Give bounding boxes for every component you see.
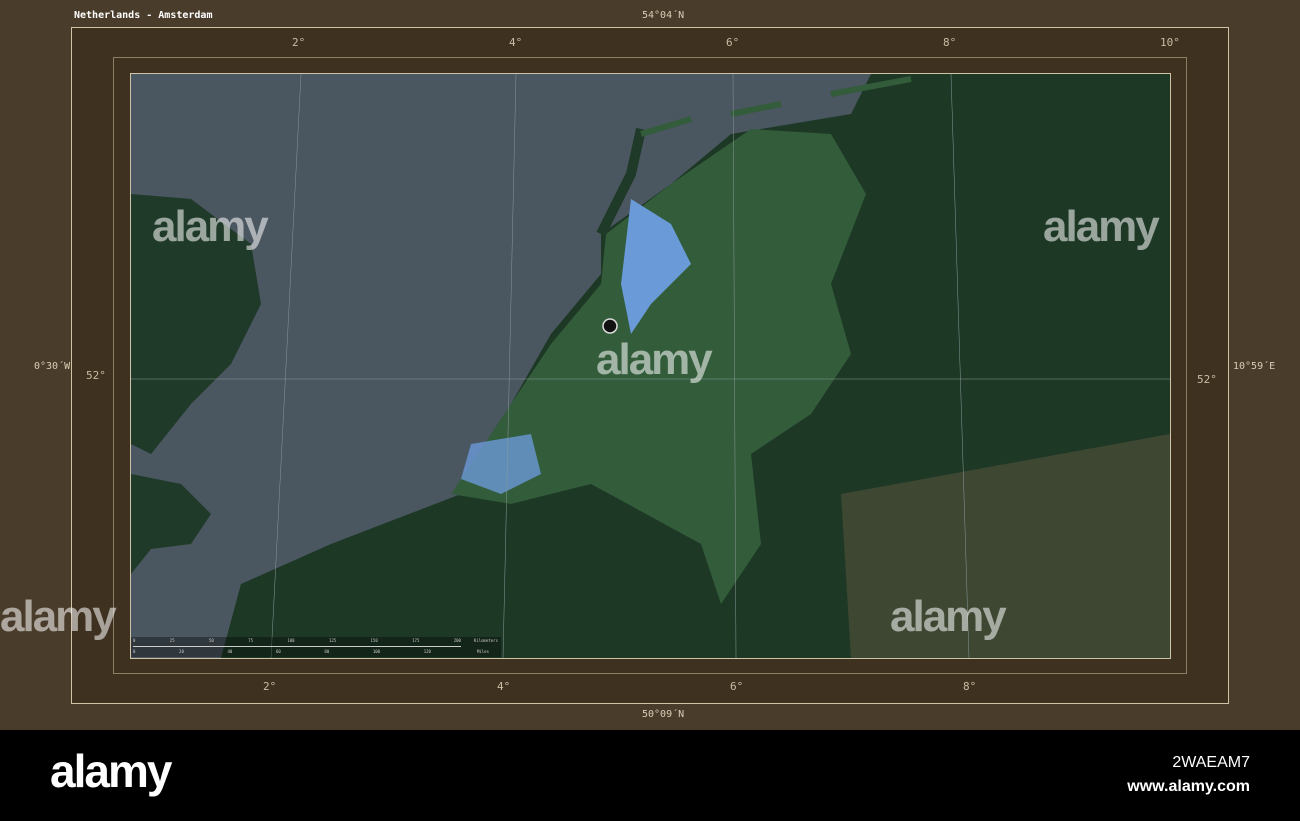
image-id: 2WAEAM7 [1172,754,1250,771]
lon-tick: 4° [509,36,523,49]
scale-bar: 0 25 50 75 100 125 150 175 200 Kilometers 0 20 40 6… [131,637,501,657]
alamy-url[interactable]: www.alamy.com [1127,778,1250,796]
map-title: Netherlands - Amsterdam [74,10,213,21]
lon-tick: 6° [730,680,744,693]
watermark: alamy [152,202,269,251]
bottom-latitude: 50°09´N [642,709,685,720]
alamy-logo: alamy [50,745,172,797]
lon-tick: 8° [943,36,957,49]
lon-tick: 2° [263,680,277,693]
watermark: alamy [0,592,117,641]
lat-tick: 52° [1197,373,1217,386]
left-longitude: 0°30´W [34,361,71,372]
lon-tick: 10° [1160,36,1180,49]
lon-tick: 4° [497,680,511,693]
right-longitude: 10°59´E [1233,361,1276,372]
top-latitude: 54°04´N [642,10,685,21]
watermark: alamy [890,592,1007,641]
watermark: alamy [1043,202,1160,251]
lon-tick: 2° [292,36,306,49]
lon-tick: 8° [963,680,977,693]
lat-tick: 52° [86,369,106,382]
watermark: alamy [596,335,713,384]
lon-tick: 6° [726,36,740,49]
footer: alamy 2WAEAM7 www.alamy.com [0,730,1300,821]
amsterdam-marker[interactable] [602,318,618,334]
